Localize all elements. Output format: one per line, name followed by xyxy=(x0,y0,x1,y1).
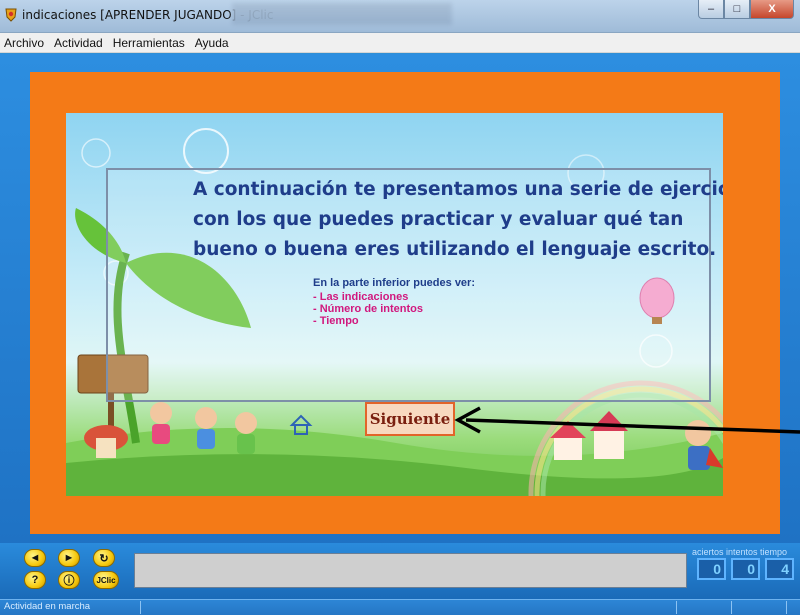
close-button[interactable]: X xyxy=(750,0,794,19)
instruction-line-2: con los que puedes practicar y evaluar q… xyxy=(193,209,684,230)
instruction-line-3: bueno o buena eres utilizando el lenguaj… xyxy=(193,239,717,260)
list-item: - Tiempo xyxy=(313,315,359,327)
prev-activity-button[interactable]: ◄ xyxy=(24,549,46,567)
status-divider xyxy=(786,601,787,614)
info-button[interactable]: ⓘ xyxy=(58,571,80,589)
restart-button[interactable]: ↻ xyxy=(93,549,115,567)
menu-bar: Archivo Actividad Herramientas Ayuda xyxy=(0,33,800,53)
title-bar: indicaciones [APRENDER JUGANDO] - JClic … xyxy=(0,0,800,33)
jclic-app-icon xyxy=(5,8,17,22)
next-activity-button[interactable]: ► xyxy=(58,549,80,567)
status-bar: Actividad en marcha xyxy=(0,599,800,615)
message-box xyxy=(134,553,687,588)
jclic-button[interactable]: JClic xyxy=(93,571,119,589)
list-item: - Las indicaciones xyxy=(313,291,409,303)
pointer-arrow-icon xyxy=(454,406,800,434)
minimize-button[interactable]: – xyxy=(698,0,724,19)
menu-herramientas[interactable]: Herramientas xyxy=(113,36,185,50)
menu-actividad[interactable]: Actividad xyxy=(54,36,103,50)
status-text: Actividad en marcha xyxy=(4,601,91,612)
status-divider xyxy=(731,601,732,614)
instructions-text: A continuación te presentamos una serie … xyxy=(193,175,723,265)
menu-archivo[interactable]: Archivo xyxy=(4,36,44,50)
list-item: - Número de intentos xyxy=(313,303,424,315)
aciertos-counter: 0 xyxy=(697,558,726,580)
maximize-button[interactable]: □ xyxy=(724,0,750,19)
window-controls: – □ X xyxy=(698,0,794,20)
next-button[interactable]: Siguiente xyxy=(365,402,455,436)
info-subheading: En la parte inferior puedes ver: xyxy=(313,277,475,289)
status-divider xyxy=(676,601,677,614)
help-button[interactable]: ? xyxy=(24,571,46,589)
status-divider xyxy=(140,601,141,614)
info-list: - Las indicaciones - Número de intentos … xyxy=(313,291,423,327)
title-bar-blurred-area xyxy=(232,3,452,25)
instruction-line-1: A continuación te presentamos una serie … xyxy=(193,179,723,200)
intentos-counter: 0 xyxy=(731,558,760,580)
tiempo-counter: 4 xyxy=(765,558,794,580)
menu-ayuda[interactable]: Ayuda xyxy=(195,36,229,50)
counter-labels: aciertos intentos tiempo xyxy=(692,547,788,557)
